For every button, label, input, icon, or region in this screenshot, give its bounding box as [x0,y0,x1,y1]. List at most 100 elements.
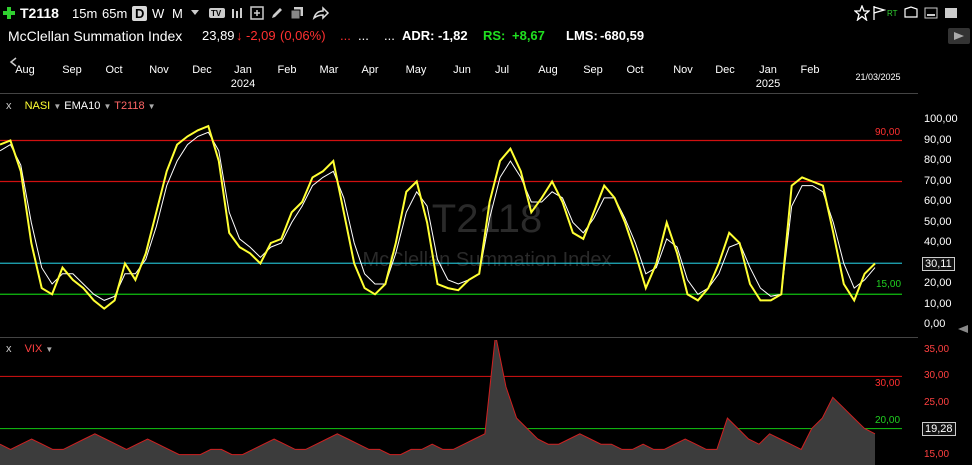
year-label: 2025 [755,78,781,90]
month-label: Sep [583,64,603,76]
month-label: Sep [62,64,82,76]
timeframe-dropdown[interactable] [190,0,200,26]
y-tick-label: 60,00 [924,195,952,207]
toolbar: T2118 15m 65m D W M TV RT [0,0,972,26]
vix-current-value-box: 19,28 [922,422,956,436]
month-label: Mar [319,64,339,76]
time-axis: Aug Sep Oct Nov Dec Jan 2024 Feb Mar Apr… [0,56,972,92]
arrow-left-icon [958,325,968,333]
month-label: Feb [277,64,297,76]
lms-value: -680,59 [600,28,645,43]
favorite-button[interactable] [854,0,870,26]
y-tick-label: 20,00 [924,277,952,289]
tv-button[interactable]: TV [208,0,226,26]
y-tick-label: 70,00 [924,174,952,187]
y-tick-label: 0,00 [924,318,946,330]
level-20-label: 20,00 [875,415,900,426]
share-icon [312,6,330,20]
panel-menu-button[interactable] [948,28,970,44]
share-button[interactable] [312,0,330,26]
plus-icon [3,7,15,19]
minimize-button[interactable] [924,0,938,26]
rs-value: +8,67 [512,28,545,43]
tf-65m-label: 65m [102,5,128,21]
alert-icon [904,6,918,18]
month-label: Nov [673,64,693,76]
change-value: -2,09 [246,28,276,43]
change-pct: (0,06%) [280,28,326,43]
main-chart[interactable]: T2118 McClellan Summation Index 90,00 15… [0,110,918,335]
vix-y-tick-label: 30,00 [924,370,950,382]
copy-icon [290,7,303,20]
tf-m-label: M [172,5,183,21]
chevron-down-icon [191,10,199,15]
month-label: Apr [361,64,379,76]
divider [0,337,918,338]
indicator-name: McClellan Summation Index [8,28,183,44]
bar-style-button[interactable] [230,0,244,26]
level-90-label: 90,00 [875,127,900,138]
month-label: Aug [538,64,558,76]
pencil-icon [272,8,282,18]
current-date: 21/03/2025 [855,72,901,82]
lms-label: LMS: [566,28,598,43]
month-label: Jul [494,64,510,76]
flag-button[interactable] [872,0,886,26]
y-tick-label: 40,00 [924,236,952,248]
level-15-label: 15,00 [876,279,901,290]
vix-y-tick-label: 35,00 [924,344,950,356]
adr-label: ADR: [402,28,435,43]
vix-y-tick-label: 15,00 [924,448,950,460]
vix-chart[interactable]: 30,00 20,00 [0,340,918,465]
vix-y-tick-label: 25,00 [924,396,950,408]
last-value: 23,89 [202,28,235,43]
divider [0,93,918,94]
minimize-icon [924,7,938,19]
symbol-label[interactable]: T2118 [20,0,59,26]
tf-65m[interactable]: 65m [102,0,127,26]
year-label: 2024 [230,78,256,90]
draw-button[interactable] [270,0,284,26]
watermark-name: McClellan Summation Index [363,249,612,271]
y-tick-label: 80,00 [924,154,952,166]
month-label: Jan [759,64,777,76]
plus-box-icon [250,6,264,20]
alert-button[interactable] [904,0,918,26]
month-label: Dec [192,64,212,76]
add-symbol-button[interactable] [2,0,16,26]
tf-d[interactable]: D [132,0,148,26]
tf-15m-label: 15m [72,5,98,21]
down-arrow-icon: ↓ [236,28,243,43]
quote-header: McClellan Summation Index 23,89 ↓ -2,09 … [0,26,972,46]
copy-button[interactable] [290,0,304,26]
y-tick-label: 50,00 [924,215,952,228]
scroll-right-button[interactable] [956,321,970,339]
tf-w[interactable]: W [152,0,164,26]
red-dots: ... [340,28,351,43]
month-label: May [405,64,427,76]
y-tick-label: 100,00 [924,113,958,125]
white-dots: ... [358,28,369,43]
month-label: Feb [800,64,820,76]
maximize-icon [945,8,957,18]
month-label: Oct [626,64,644,76]
tf-15m[interactable]: 15m [72,0,97,26]
maximize-button[interactable] [944,0,958,26]
y-tick-label: 90,00 [924,133,952,146]
svg-text:TV: TV [211,9,222,18]
add-indicator-button[interactable] [250,0,264,26]
month-label: Jun [453,64,471,76]
current-value-box: 30,11 [922,257,955,271]
rt-icon: RT [887,8,898,18]
star-icon [854,5,870,21]
tf-d-label: D [132,5,148,21]
tf-m[interactable]: M [172,0,183,26]
month-label: Dec [715,64,735,76]
level-30-label: 30,00 [875,378,900,389]
month-label: Oct [105,64,123,76]
flag-icon [873,6,886,20]
tf-w-label: W [152,5,165,21]
tv-icon: TV [209,8,225,18]
adr-value: -1,82 [438,28,468,43]
month-label: Jan [234,64,252,76]
